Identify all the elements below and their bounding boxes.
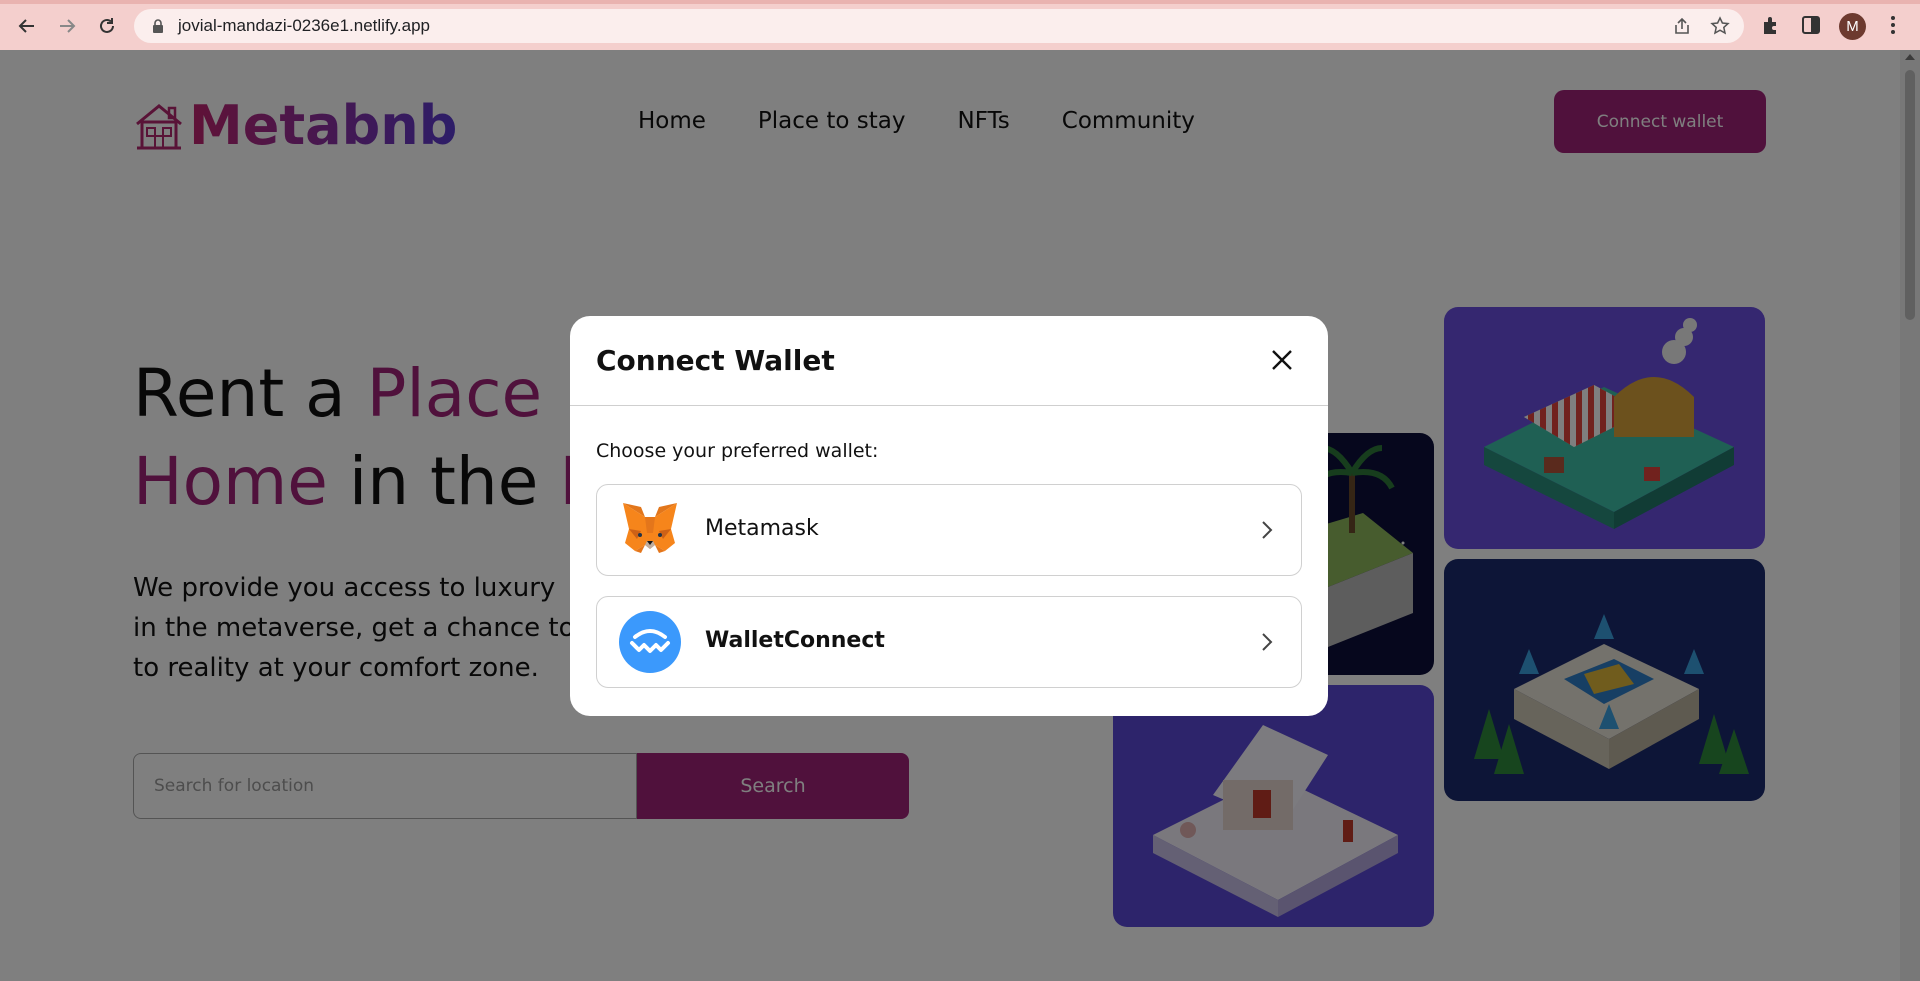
wallet-label: Metamask [705, 516, 819, 541]
connect-wallet-modal: Connect Wallet Choose your preferred wal… [570, 316, 1328, 716]
lock-icon [153, 19, 163, 33]
wallet-label: WalletConnect [705, 628, 885, 653]
metamask-fox-icon [623, 503, 677, 553]
share-icon[interactable] [1672, 16, 1692, 36]
modal-header: Connect Wallet [570, 316, 1328, 406]
wallet-option-metamask[interactable]: Metamask [596, 484, 1302, 576]
close-modal-button[interactable] [1264, 342, 1300, 378]
walletconnect-icon [619, 611, 681, 673]
modal-title: Connect Wallet [596, 344, 835, 377]
modal-subtitle: Choose your preferred wallet: [596, 440, 879, 462]
tab-strip [0, 0, 1920, 4]
back-icon[interactable] [13, 12, 41, 40]
chevron-right-icon [1262, 521, 1273, 539]
browser-toolbar: jovial-mandazi-0236e1.netlify.app M [0, 0, 1920, 50]
side-panel-icon[interactable] [1800, 14, 1822, 36]
menu-dots-icon[interactable] [1882, 14, 1904, 36]
close-icon [1272, 350, 1292, 370]
reload-icon[interactable] [93, 12, 121, 40]
profile-avatar[interactable]: M [1839, 13, 1866, 40]
url-text: jovial-mandazi-0236e1.netlify.app [178, 16, 431, 35]
forward-icon[interactable] [53, 12, 81, 40]
chevron-right-icon [1262, 633, 1273, 651]
wallet-option-walletconnect[interactable]: WalletConnect [596, 596, 1302, 688]
extensions-icon[interactable] [1760, 14, 1782, 36]
address-bar[interactable]: jovial-mandazi-0236e1.netlify.app [134, 9, 1744, 43]
bookmark-star-icon[interactable] [1710, 16, 1730, 36]
